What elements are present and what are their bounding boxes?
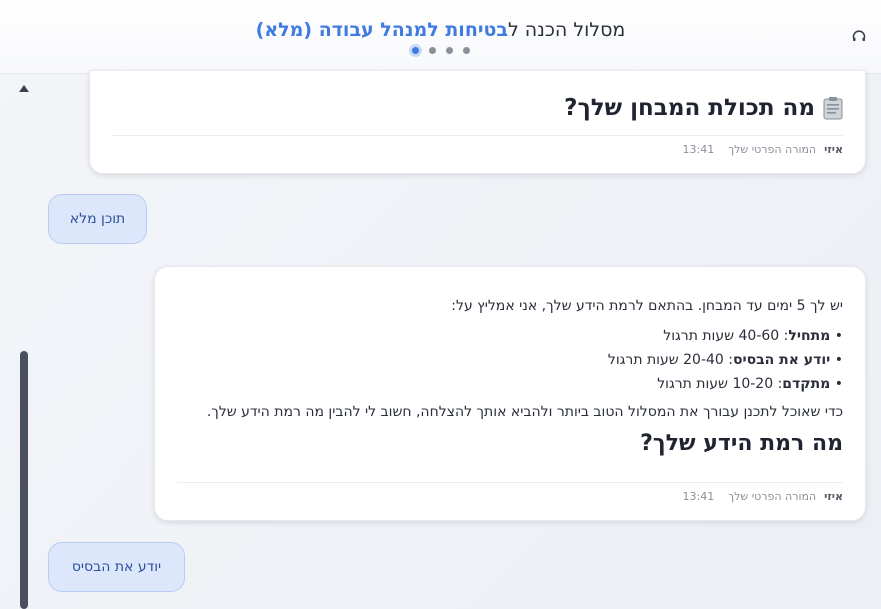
user-message-2: יודע את הבסיס <box>48 542 185 592</box>
sender-name: איזי <box>824 490 843 503</box>
scrollbar[interactable] <box>19 85 29 609</box>
message-heading: מה תכולת המבחן שלך? <box>564 95 843 121</box>
page-title: מסלול הכנה לבטיחות למנהל עבודה (מלא) <box>0 19 881 41</box>
message-body: כדי שאוכל לתכנן עבורך את המסלול הטוב ביו… <box>206 404 843 420</box>
list-item: • מתקדם: 10-20 שעות תרגול <box>657 376 843 392</box>
list-item: • יודע את הבסיס: 20-40 שעות תרגול <box>607 352 843 368</box>
title-prefix: מסלול הכנה ל <box>507 19 626 41</box>
progress-dot-4 <box>462 47 470 54</box>
scrollbar-thumb[interactable] <box>20 351 28 609</box>
list-item-label: יודע את הבסיס <box>732 352 831 368</box>
refresh-icon[interactable] <box>851 28 867 44</box>
scroll-up-icon[interactable] <box>19 85 29 92</box>
message-time: 13:41 <box>682 143 715 156</box>
user-message-1: תוכן מלא <box>48 194 147 244</box>
list-item: • מתחיל: 40-60 שעות תרגול <box>663 328 843 344</box>
sender-name: איזי <box>824 143 843 156</box>
message-meta: איזי המורה הפרטי שלך 13:41 <box>177 482 843 510</box>
sender-role: המורה הפרטי שלך <box>728 490 817 503</box>
progress-dot-3 <box>445 47 453 54</box>
chat-header: מסלול הכנה לבטיחות למנהל עבודה (מלא) <box>0 0 881 74</box>
clipboard-icon <box>823 96 843 120</box>
list-item-value: : 40-60 שעות תרגול <box>663 328 789 344</box>
sender-role: המורה הפרטי שלך <box>728 143 817 156</box>
progress-dot-1 <box>411 47 419 54</box>
message-intro: יש לך 5 ימים עד המבחן. בהתאם לרמת הידע ש… <box>451 298 843 314</box>
message-heading: מה רמת הידע שלך? <box>640 431 843 456</box>
message-content: יש לך 5 ימים עד המבחן. בהתאם לרמת הידע ש… <box>171 294 843 456</box>
list-item-label: מתקדם <box>782 376 831 392</box>
message-heading-text: מה תכולת המבחן שלך? <box>564 95 815 121</box>
progress-dot-2 <box>428 47 436 54</box>
message-meta: איזי המורה הפרטי שלך 13:41 <box>112 135 843 163</box>
bot-message-2: יש לך 5 ימים עד המבחן. בהתאם לרמת הידע ש… <box>154 266 866 521</box>
list-item-value: : 20-40 שעות תרגול <box>607 352 733 368</box>
recommendation-list: • מתחיל: 40-60 שעות תרגול • יודע את הבסי… <box>171 324 843 396</box>
list-item-value: : 10-20 שעות תרגול <box>657 376 783 392</box>
list-item-label: מתחיל <box>788 328 831 344</box>
title-accent: בטיחות למנהל עבודה (מלא) <box>255 19 508 41</box>
user-message-text: תוכן מלא <box>69 211 126 227</box>
user-message-text: יודע את הבסיס <box>71 559 162 575</box>
progress-dots <box>0 47 881 54</box>
bot-message-1: מה תכולת המבחן שלך? איזי המורה הפרטי שלך… <box>89 70 866 174</box>
message-time: 13:41 <box>682 490 715 503</box>
